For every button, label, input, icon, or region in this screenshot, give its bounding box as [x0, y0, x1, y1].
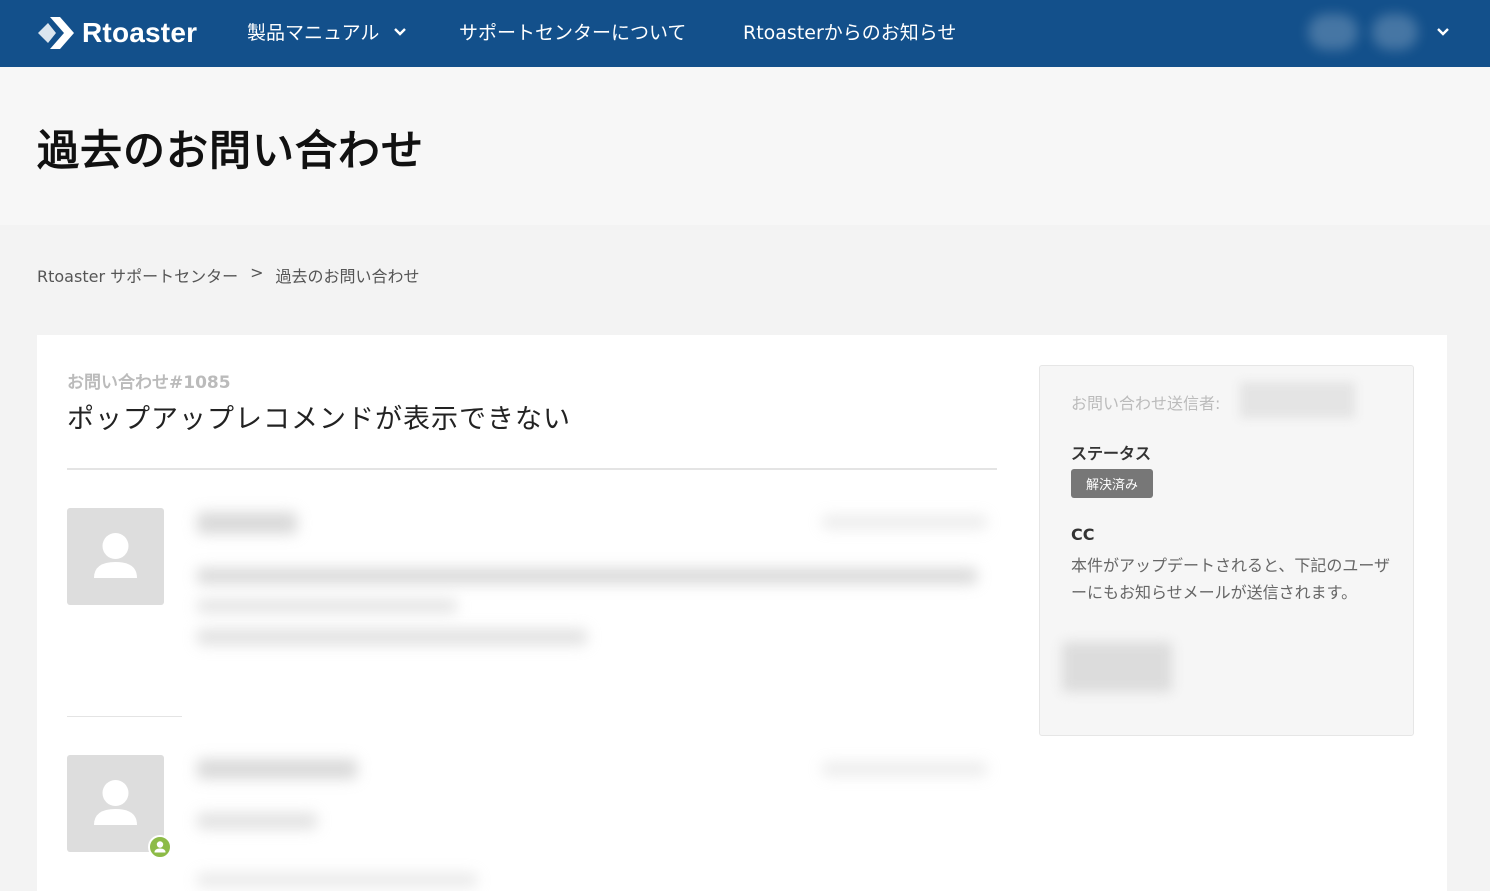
chevron-down-icon [394, 27, 407, 36]
sender-label: お問い合わせ送信者: [1071, 394, 1221, 413]
request-id: お問い合わせ#1085 [67, 373, 231, 393]
comment-divider [67, 716, 182, 717]
agent-badge-icon [148, 835, 172, 859]
breadcrumb-home[interactable]: Rtoaster サポートセンター [37, 263, 238, 287]
comment-body-redacted [197, 568, 977, 584]
status-badge: 解決済み [1071, 469, 1154, 498]
comment-author-redacted [197, 512, 297, 534]
comment-date-redacted [822, 762, 987, 776]
avatar [67, 508, 164, 605]
user-avatar-redacted [1308, 14, 1358, 50]
comment-body-redacted [197, 873, 477, 887]
breadcrumb-current[interactable]: 過去のお問い合わせ [276, 263, 420, 287]
comment-date-redacted [822, 515, 987, 529]
nav-item-about-support[interactable]: サポートセンターについて [459, 18, 686, 45]
cc-description: 本件がアップデートされると、下記のユーザーにもお知らせメールが送信されます。 [1071, 556, 1391, 602]
comment-body-redacted [197, 599, 457, 613]
chevron-down-icon [1437, 28, 1449, 36]
request-title: ポップアップレコメンドが表示できない [67, 404, 571, 435]
request-details-sidebar: お問い合わせ送信者: ステータス 解決済み CC 本件がアップデートされると、下… [1039, 365, 1414, 736]
rtoaster-logo[interactable]: Rtoaster [36, 15, 197, 51]
sender-name-redacted [1240, 382, 1355, 418]
nav-item-label: 製品マニュアル [247, 22, 380, 44]
page-header: 過去のお問い合わせ [0, 67, 1490, 225]
user-menu[interactable] [1308, 14, 1450, 50]
cc-user-redacted[interactable] [1062, 642, 1172, 692]
request-card: お問い合わせ#1085 ポップアップレコメンドが表示できない お問い合わせ送信者… [37, 335, 1447, 891]
comment-body-redacted [197, 813, 317, 829]
comment-body-redacted [197, 629, 587, 645]
page-title: 過去のお問い合わせ [37, 126, 425, 175]
title-divider [67, 468, 997, 470]
status-heading: ステータス [1071, 444, 1152, 463]
breadcrumb: Rtoaster サポートセンター > 過去のお問い合わせ [37, 263, 420, 287]
nav-item-product-manual[interactable]: 製品マニュアル [247, 18, 407, 45]
rtoaster-logo-icon [38, 17, 74, 49]
nav-item-label: サポートセンターについて [459, 22, 687, 44]
logo-text: Rtoaster [82, 17, 198, 48]
comment-author-redacted [197, 759, 357, 779]
user-silhouette-icon [94, 533, 137, 578]
breadcrumb-separator: > [250, 263, 264, 282]
cc-heading: CC [1071, 525, 1095, 544]
nav-item-label: Rtoasterからのお知らせ [743, 22, 957, 44]
nav-item-news[interactable]: Rtoasterからのお知らせ [743, 18, 956, 45]
person-icon [154, 841, 166, 853]
top-navigation: Rtoaster 製品マニュアル サポートセンターについて Rtoasterから… [0, 0, 1490, 67]
user-name-redacted [1372, 14, 1418, 50]
